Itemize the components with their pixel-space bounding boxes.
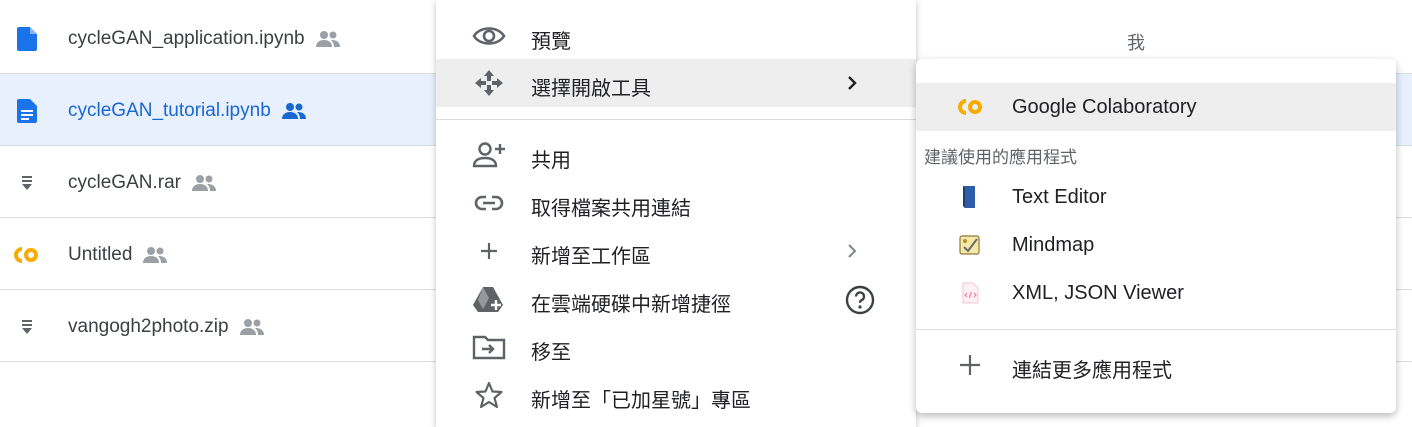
shared-icon xyxy=(315,30,340,47)
plus-icon xyxy=(481,243,497,259)
plus-icon xyxy=(960,355,980,375)
file-name: cycleGAN_application.ipynb xyxy=(68,28,341,50)
mindmap-icon xyxy=(959,235,980,255)
shared-icon xyxy=(281,102,306,119)
menu-item-label: 取得檔案共用連結 xyxy=(531,198,691,220)
submenu-item-connect-more-apps[interactable]: 連結更多應用程式 xyxy=(916,341,1396,389)
menu-item-label: 預覽 xyxy=(531,31,571,53)
move-to-folder-icon xyxy=(472,335,506,360)
open-with-submenu: Google Colaboratory 建議使用的應用程式 Text Edito… xyxy=(916,59,1396,413)
submenu-item-label: Google Colaboratory xyxy=(1012,96,1197,118)
menu-item-share[interactable]: 共用 xyxy=(436,131,916,179)
chevron-right-icon xyxy=(848,76,857,90)
file-name: vangogh2photo.zip xyxy=(68,316,265,338)
menu-item-label: 移至 xyxy=(531,342,571,364)
file-name: cycleGAN.rar xyxy=(68,172,217,194)
menu-item-label: 新增至工作區 xyxy=(531,246,651,268)
submenu-item-label: XML, JSON Viewer xyxy=(1012,282,1184,304)
colab-icon xyxy=(958,99,982,115)
menu-item-add-shortcut[interactable]: 在雲端硬碟中新增捷徑 xyxy=(436,275,916,323)
suggested-apps-heading: 建議使用的應用程式 xyxy=(924,148,1077,167)
submenu-divider xyxy=(916,329,1396,330)
menu-item-get-link[interactable]: 取得檔案共用連結 xyxy=(436,179,916,227)
document-icon xyxy=(17,27,37,51)
file-name: Untitled xyxy=(68,244,168,266)
menu-item-add-to-starred[interactable]: 新增至「已加星號」專區 xyxy=(436,371,916,419)
menu-item-label: 在雲端硬碟中新增捷徑 xyxy=(531,294,731,316)
menu-item-move-to[interactable]: 移至 xyxy=(436,323,916,371)
submenu-item-label: Mindmap xyxy=(1012,234,1095,256)
shared-icon xyxy=(143,246,168,263)
file-name: cycleGAN_tutorial.ipynb xyxy=(68,100,307,122)
chevron-right-icon xyxy=(848,244,857,258)
shared-icon xyxy=(239,318,264,335)
document-icon xyxy=(17,99,37,123)
submenu-item-mindmap[interactable]: Mindmap xyxy=(916,221,1396,269)
menu-item-label: 選擇開啟工具 xyxy=(531,78,651,100)
submenu-item-label: 連結更多應用程式 xyxy=(1012,360,1172,382)
menu-item-label: 共用 xyxy=(531,150,571,172)
text-editor-icon xyxy=(963,186,975,208)
colab-icon xyxy=(14,247,38,263)
submenu-item-xml-json-viewer[interactable]: XML, JSON Viewer xyxy=(916,269,1396,317)
add-person-icon xyxy=(472,142,505,168)
owner-label: 我 xyxy=(1127,33,1145,53)
menu-item-preview[interactable]: 預覽 xyxy=(436,12,916,60)
move-arrows-icon xyxy=(475,70,503,96)
submenu-item-google-colaboratory[interactable]: Google Colaboratory xyxy=(916,83,1396,131)
archive-icon xyxy=(22,176,32,190)
submenu-item-label: Text Editor xyxy=(1012,186,1107,208)
link-icon xyxy=(474,195,504,211)
help-icon[interactable] xyxy=(844,284,876,316)
drive-shortcut-icon xyxy=(473,287,503,312)
menu-item-label: 新增至「已加星號」專區 xyxy=(531,390,751,412)
context-menu: 預覽 選擇開啟工具 共用 取得檔案共用連結 新增至工作區 在雲端硬碟中新增捷徑 … xyxy=(436,0,916,427)
submenu-item-text-editor[interactable]: Text Editor xyxy=(916,173,1396,221)
shared-icon xyxy=(191,174,216,191)
archive-icon xyxy=(22,320,32,334)
menu-item-add-to-workspace[interactable]: 新增至工作區 xyxy=(436,227,916,275)
xml-viewer-icon xyxy=(962,282,979,304)
eye-icon xyxy=(472,27,506,45)
star-icon xyxy=(475,381,503,409)
menu-divider xyxy=(436,119,916,120)
menu-item-open-with[interactable]: 選擇開啟工具 xyxy=(436,59,916,107)
